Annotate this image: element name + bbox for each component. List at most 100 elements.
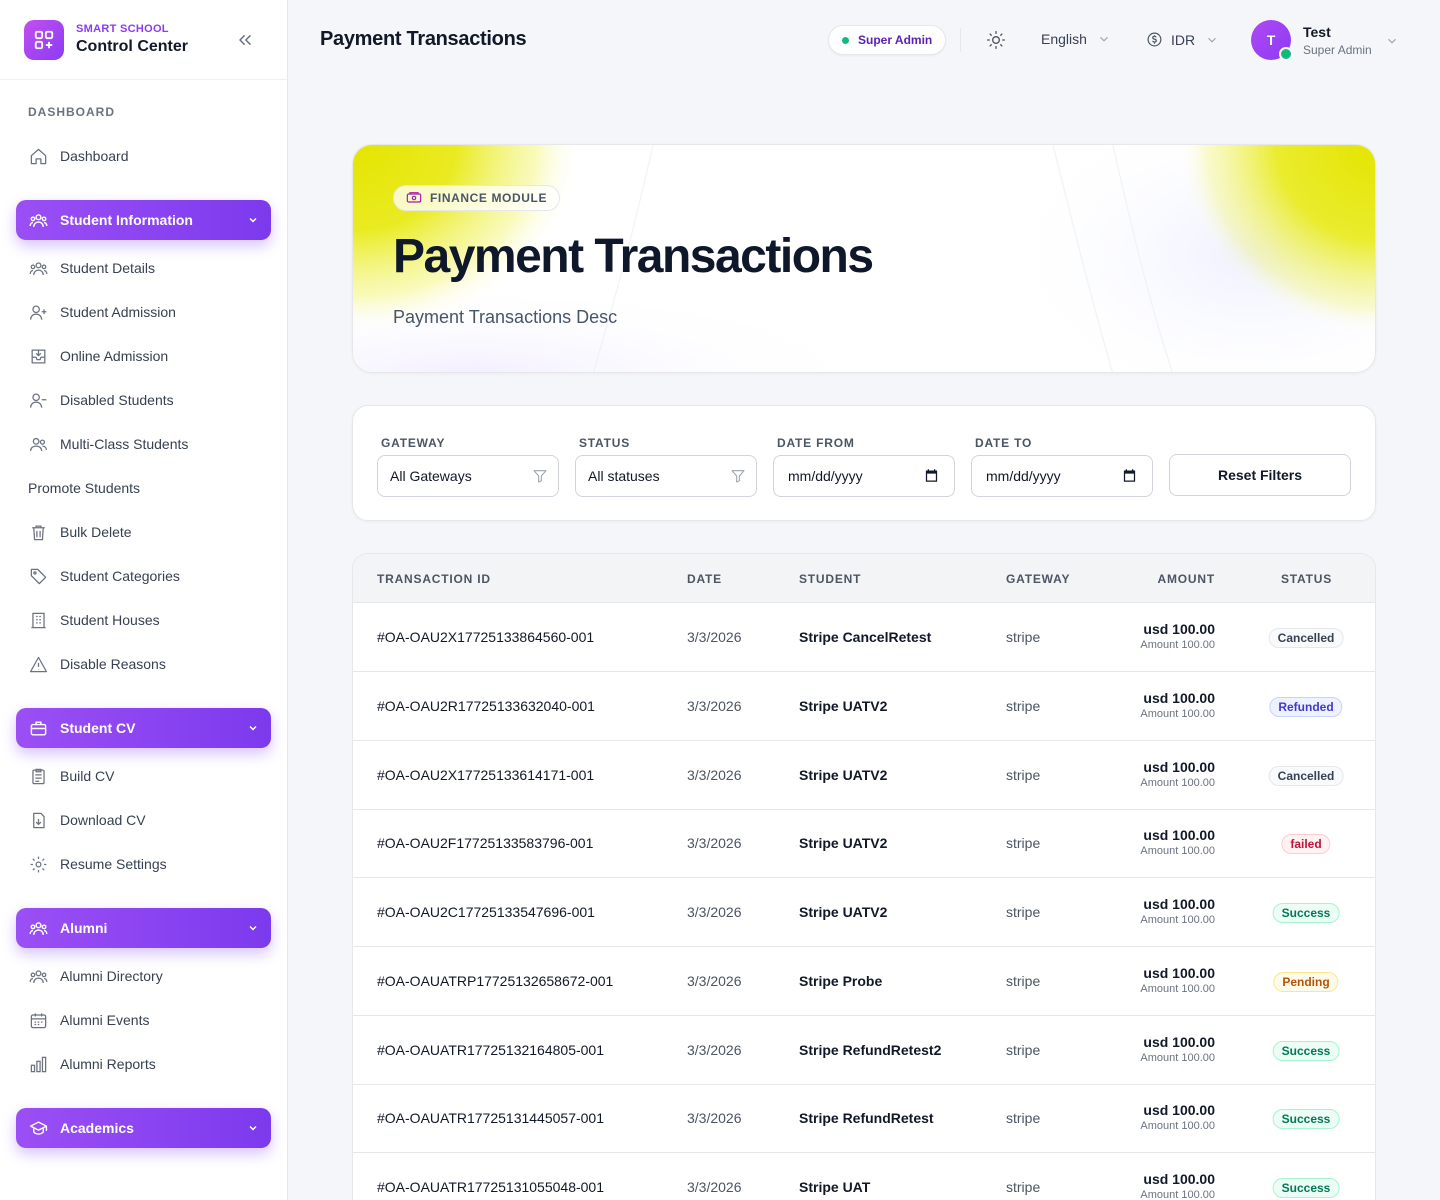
table-row[interactable]: #OA-OAUATR17725131055048-001 3/3/2026 Stri…	[353, 1153, 1375, 1200]
sidebar-item-download-cv[interactable]: Download CV	[28, 808, 146, 832]
sidebar-item-label: Alumni Reports	[60, 1056, 156, 1072]
coin-icon	[1146, 31, 1163, 48]
date-from-input[interactable]: mm/dd/yyyy	[773, 455, 955, 497]
sidebar-item-alumni-directory[interactable]: Alumni Directory	[28, 964, 163, 988]
col-status[interactable]: STATUS	[1281, 572, 1332, 586]
sidebar-item-bulk-delete[interactable]: Bulk Delete	[28, 520, 132, 544]
transaction-date: 3/3/2026	[687, 904, 742, 920]
status-select-value: All statuses	[588, 468, 660, 484]
col-student[interactable]: STUDENT	[799, 572, 861, 586]
amount-value: usd 100.00	[1143, 896, 1215, 912]
user-name[interactable]: Test	[1303, 24, 1331, 40]
table-row[interactable]: #OA-OAU2X17725133864560-001 3/3/2026 Strip…	[353, 603, 1375, 672]
transaction-id[interactable]: #OA-OAUATR17725131055048-001	[377, 1179, 604, 1195]
sidebar-item-student-categories[interactable]: Student Categories	[28, 564, 180, 588]
status-badge: Success	[1272, 1178, 1340, 1198]
gateway-name: stripe	[1006, 697, 1041, 714]
chevron-down-icon	[1097, 32, 1111, 46]
status-badge: Success	[1272, 1040, 1340, 1061]
building-icon	[28, 610, 48, 630]
gateway-name: stripe	[1006, 1179, 1041, 1195]
amount-cell: usd 100.00 Amount 100.00	[1140, 759, 1215, 789]
sidebar-item-student-details[interactable]: Student Details	[28, 256, 155, 280]
col-gateway[interactable]: GATEWAY	[1006, 572, 1070, 586]
transaction-id[interactable]: #OA-OAU2R17725133632040-001	[377, 698, 595, 714]
sidebar-item-resume-settings[interactable]: Resume Settings	[28, 852, 167, 876]
sidebar-item-label: Student Details	[60, 260, 155, 276]
amount-subtext: Amount 100.00	[1140, 1120, 1215, 1133]
sidebar-item-disabled-students[interactable]: Disabled Students	[28, 388, 174, 412]
table-row[interactable]: #OA-OAU2C17725133547696-001 3/3/2026 Strip…	[353, 878, 1375, 947]
status-badge: Success	[1272, 903, 1340, 923]
transaction-id[interactable]: #OA-OAUATR17725131445057-001	[377, 1110, 604, 1126]
amount-cell: usd 100.00 Amount 100.00	[1140, 1171, 1215, 1200]
sidebar-item-online-admission[interactable]: Online Admission	[28, 344, 168, 368]
transaction-id[interactable]: #OA-OAUATR17725132164805-001	[377, 1042, 604, 1058]
table-row[interactable]: #OA-OAUATR17725131445057-001 3/3/2026 Stri…	[353, 1084, 1375, 1154]
table-row[interactable]: #OA-OAU2R17725133632040-001 3/3/2026 Strip…	[353, 672, 1375, 741]
date-to-input[interactable]: mm/dd/yyyy	[971, 455, 1153, 497]
role-badge: Super Admin	[828, 25, 947, 55]
users-icon	[28, 434, 48, 454]
transaction-id[interactable]: #OA-OAU2F17725133583796-001	[377, 835, 593, 851]
transaction-id[interactable]: #OA-OAU2C17725133547696-001	[377, 904, 595, 920]
sidebar-item-multi-class-students[interactable]: Multi-Class Students	[28, 432, 188, 456]
transaction-id[interactable]: #OA-OAU2X17725133614171-001	[377, 767, 594, 783]
table-row[interactable]: #OA-OAU2F17725133583796-001 3/3/2026 Strip…	[353, 809, 1375, 879]
status-badge: Refunded	[1269, 696, 1343, 717]
col-amount[interactable]: AMOUNT	[1158, 572, 1215, 586]
transaction-id[interactable]: #OA-OAUATRP17725132658672-001	[377, 973, 613, 989]
sidebar-item-dashboard[interactable]: Dashboard	[28, 144, 129, 168]
status-dot	[842, 36, 849, 44]
currency-select[interactable]: IDR	[1146, 31, 1219, 48]
sidebar-item-student-houses[interactable]: Student Houses	[28, 608, 160, 632]
status-select[interactable]: All statuses	[575, 455, 757, 497]
user-minus-icon	[28, 390, 48, 410]
table-row[interactable]: #OA-OAUATR17725132164805-001 3/3/2026 Stri…	[353, 1016, 1375, 1085]
calendar-icon	[1122, 468, 1138, 484]
filters-card: GATEWAY All Gateways STATUS All statuses…	[352, 405, 1376, 521]
gateway-name: stripe	[1006, 766, 1041, 783]
brand-title: Control Center	[76, 38, 188, 55]
sidebar-group-student-information[interactable]: Student Information	[16, 200, 271, 240]
transaction-date: 3/3/2026	[687, 835, 742, 852]
user-plus-icon	[28, 302, 48, 322]
collapse-sidebar-icon[interactable]	[235, 30, 255, 50]
chevron-down-icon[interactable]	[1385, 34, 1399, 53]
amount-subtext: Amount 100.00	[1140, 845, 1215, 858]
sidebar-group-academics[interactable]: Academics	[16, 1108, 271, 1148]
status-badge: Pending	[1273, 971, 1339, 992]
transaction-date: 3/3/2026	[687, 1041, 742, 1058]
hero-description: Payment Transactions Desc	[393, 307, 618, 327]
chevron-down-icon	[247, 922, 259, 934]
sidebar-group-label: Alumni	[60, 920, 108, 936]
amount-subtext: Amount 100.00	[1140, 707, 1215, 720]
sidebar-item-build-cv[interactable]: Build CV	[28, 764, 114, 788]
sidebar-item-label: Promote Students	[28, 480, 141, 496]
col-transaction-id[interactable]: TRANSACTION ID	[377, 572, 491, 586]
sun-icon[interactable]	[986, 30, 1006, 50]
amount-value: usd 100.00	[1143, 1102, 1215, 1119]
sidebar-group-alumni[interactable]: Alumni	[16, 908, 271, 948]
avatar[interactable]: T	[1251, 20, 1293, 61]
amount-value: usd 100.00	[1143, 827, 1215, 844]
users-icon	[28, 966, 48, 986]
gateway-select[interactable]: All Gateways	[377, 455, 559, 497]
sidebar-item-promote-students[interactable]: Promote Students	[28, 476, 140, 500]
hero-card: FINANCE MODULE Payment Transactions Paym…	[352, 144, 1376, 373]
amount-cell: usd 100.00 Amount 100.00	[1140, 896, 1215, 926]
sidebar-item-alumni-reports[interactable]: Alumni Reports	[28, 1052, 156, 1076]
language-select[interactable]: English	[1041, 31, 1111, 47]
transaction-id[interactable]: #OA-OAU2X17725133864560-001	[377, 629, 594, 645]
reset-filters-button[interactable]: Reset Filters	[1169, 454, 1351, 496]
sidebar-item-student-admission[interactable]: Student Admission	[28, 300, 176, 324]
sidebar-item-alumni-events[interactable]: Alumni Events	[28, 1008, 149, 1032]
table-row[interactable]: #OA-OAU2X17725133614171-001 3/3/2026 Strip…	[353, 741, 1375, 810]
top-header: Payment Transactions Super Admin English…	[288, 0, 1440, 80]
sidebar-item-disable-reasons[interactable]: Disable Reasons	[28, 652, 166, 676]
student-name: Stripe UATV2	[799, 766, 888, 783]
transactions-table: TRANSACTION ID DATE STUDENT GATEWAY AMOU…	[352, 553, 1376, 1200]
sidebar-group-student-cv[interactable]: Student CV	[16, 708, 271, 748]
col-date[interactable]: DATE	[687, 572, 722, 586]
table-row[interactable]: #OA-OAUATRP17725132658672-001 3/3/2026 Str…	[353, 947, 1375, 1016]
